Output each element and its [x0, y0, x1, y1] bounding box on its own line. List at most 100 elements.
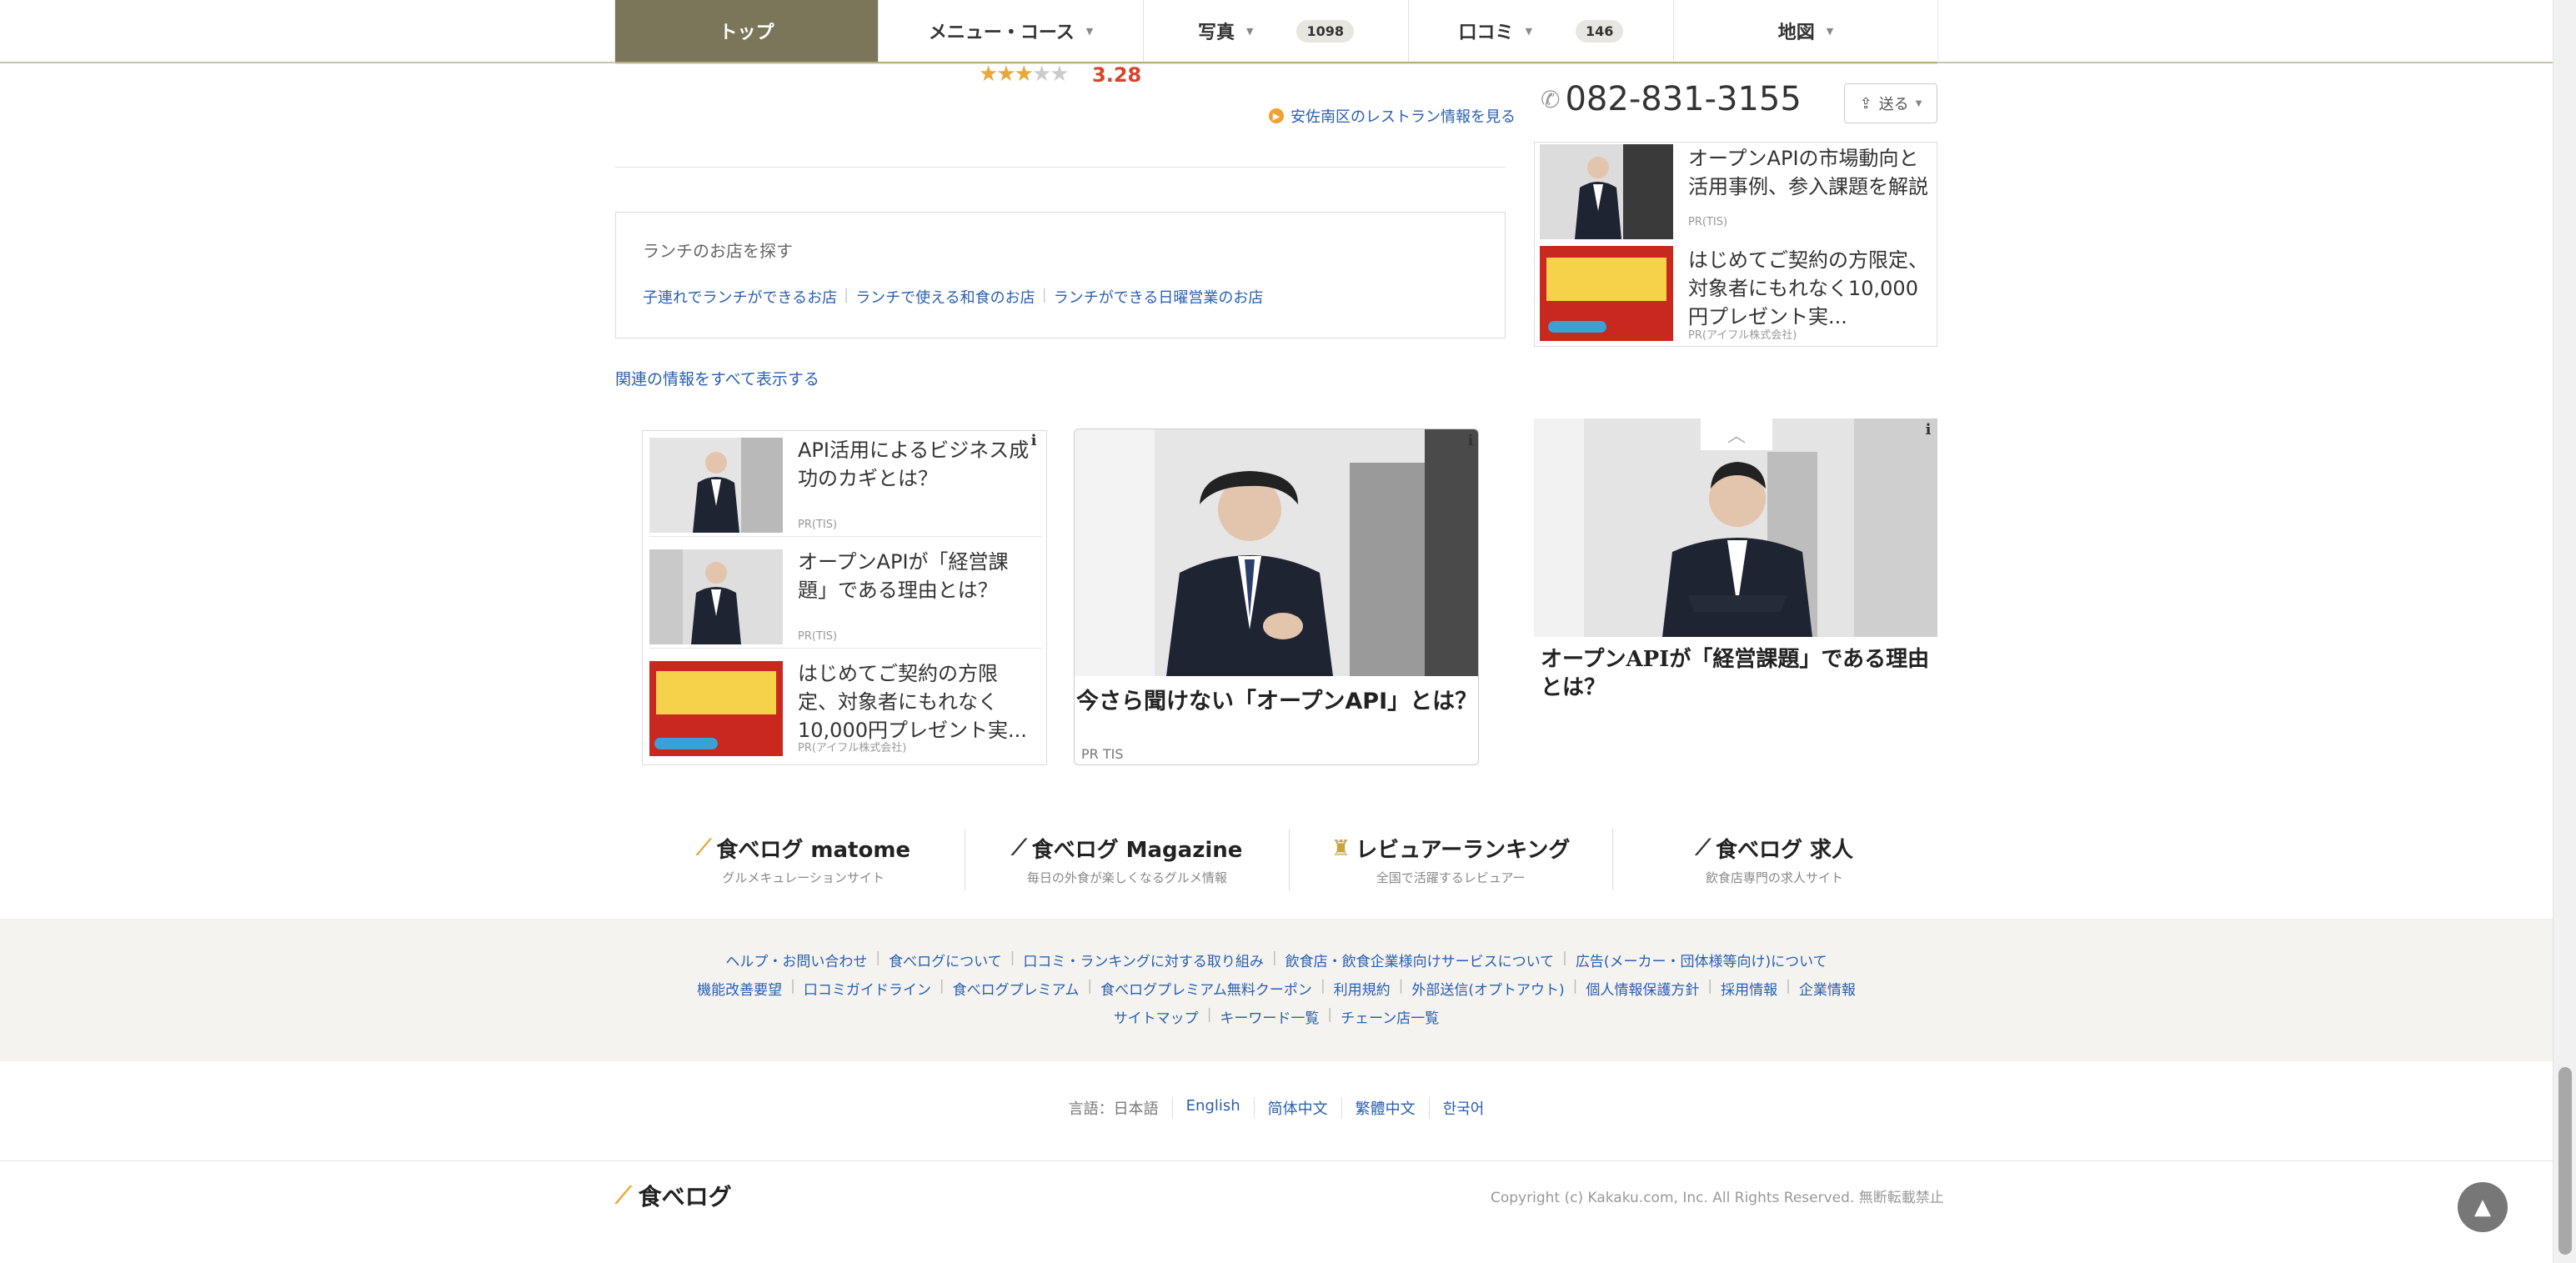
language-english[interactable]: English: [1173, 1097, 1255, 1119]
arrow-right-circle-icon: ▶: [1269, 108, 1284, 123]
service-matome[interactable]: ⟋ 食べログ matome グルメキュレーションサイト: [642, 829, 966, 890]
language-traditional-chinese[interactable]: 繁體中文: [1342, 1097, 1430, 1119]
phone-number[interactable]: ✆ 082-831-3155: [1541, 80, 1802, 118]
ad-item[interactable]: はじめてご契約の方限定、対象者にもれなく10,000円プレゼント実... PR(…: [649, 654, 1041, 759]
footer-link[interactable]: 飲食店・飲食企業様向けサービスについて: [1285, 950, 1555, 970]
area-link-label: 安佐南区のレストラン情報を見る: [1291, 108, 1516, 126]
info-icon[interactable]: i: [1463, 431, 1478, 449]
service-banners: ⟋ 食べログ matome グルメキュレーションサイト ⟋ 食べログ Magaz…: [642, 829, 1936, 890]
send-label: 送る: [1878, 96, 1909, 113]
star-icon: ★★★: [979, 62, 1034, 87]
service-subtitle: 毎日の外食が楽しくなるグルメ情報: [1026, 870, 1227, 885]
footer-links-row: ヘルプ・お問い合わせ | 食べログについて | 口コミ・ランキングに対する取り組み |…: [725, 950, 1827, 970]
footer-link[interactable]: 口コミ・ランキングに対する取り組み: [1023, 950, 1264, 970]
ad-big-title: オープンAPIが「経営課題」である理由とは？: [1541, 647, 1930, 700]
language-selector: 言語：日本語 English 简体中文 繁體中文 한국어: [0, 1097, 2553, 1119]
footer-link[interactable]: 食べログプレミアム: [953, 978, 1080, 999]
share-icon: ⇪: [1859, 94, 1872, 113]
tab-menu-course[interactable]: メニュー・コース ▼: [879, 0, 1144, 62]
footer-link[interactable]: 採用情報: [1721, 978, 1777, 999]
ad-card-pr: PR TIS: [1081, 746, 1124, 762]
ad-item[interactable]: オープンAPIが「経営課題」である理由とは？ PR(TIS): [649, 543, 1041, 649]
lunch-link[interactable]: ランチができる日曜営業のお店: [1054, 286, 1264, 308]
service-magazine[interactable]: ⟋ 食べログ Magazine 毎日の外食が楽しくなるグルメ情報: [965, 829, 1290, 890]
ad-item-text: はじめてご契約の方限定、対象者にもれなく10,000円プレゼント実...: [798, 662, 1027, 742]
tab-photos[interactable]: 写真 ▼ 1098: [1144, 0, 1409, 62]
phone-icon: ✆: [1541, 85, 1561, 113]
tab-reviews[interactable]: 口コミ ▼ 146: [1409, 0, 1674, 62]
ad-item-pr: PR(アイフル株式会社): [798, 742, 907, 754]
photo-count-badge: 1098: [1296, 19, 1354, 43]
service-logo: ⟋ 食べログ 求人: [1696, 833, 1853, 864]
footer-link[interactable]: 機能改善要望: [697, 978, 782, 999]
language-simplified-chinese[interactable]: 简体中文: [1255, 1097, 1342, 1119]
footer-links-row: サイトマップ | キーワード一覧 | チェーン店一覧: [1113, 1006, 1440, 1027]
footer-link[interactable]: 口コミガイドライン: [804, 978, 931, 999]
service-logo-text: 食べログ matome: [716, 838, 911, 863]
lunch-link[interactable]: 子連れでランチができるお店: [643, 286, 837, 308]
side-ad-item[interactable]: オープンAPIの市場動向と活用事例、参入課題を解説 PR(TIS): [1540, 144, 1933, 244]
scrollbar-thumb[interactable]: [2558, 1067, 2572, 1255]
businessman-photo: [1534, 418, 1937, 637]
tab-menu-label: メニュー・コース: [928, 23, 1075, 43]
send-button[interactable]: ⇪ 送る ▼: [1844, 83, 1937, 123]
footer-link[interactable]: 食べログについて: [889, 950, 1002, 970]
side-ad-pr: PR(アイフル株式会社): [1688, 329, 1797, 342]
chevron-down-icon: ▼: [1826, 25, 1834, 37]
service-reviewer-ranking[interactable]: ♜ レビュアーランキング 全国で活躍するレビュアー: [1290, 829, 1613, 890]
tab-top-label: トップ: [719, 23, 774, 43]
service-jobs[interactable]: ⟋ 食べログ 求人 飲食店専門の求人サイト: [1613, 829, 1936, 890]
lunch-link[interactable]: ランチで使える和食のお店: [855, 286, 1035, 308]
ad-item[interactable]: API活用によるビジネス成功のカギとは？ PR(TIS): [649, 431, 1041, 537]
section-divider: [615, 167, 1506, 168]
service-logo: ⟋ 食べログ Magazine: [1011, 833, 1242, 864]
footer-links-row: 機能改善要望 | 口コミガイドライン | 食べログプレミアム | 食べログプレミアム無…: [697, 978, 1856, 999]
footer-link[interactable]: 利用規約: [1334, 978, 1391, 999]
medal-icon: ♜: [1331, 835, 1351, 861]
chevron-down-icon: ▼: [1525, 25, 1533, 37]
side-ad-pr: PR(TIS): [1688, 216, 1728, 228]
rating-stars: ★★★★★: [979, 62, 1070, 87]
footer-link[interactable]: 個人情報保護方針: [1586, 978, 1699, 999]
review-count-badge: 146: [1576, 19, 1624, 43]
collapse-ad-button[interactable]: ︿: [1701, 418, 1772, 450]
language-current: 言語：日本語: [1055, 1097, 1173, 1119]
chevron-down-icon: ▼: [1915, 98, 1922, 108]
area-restaurants-link[interactable]: ▶ 安佐南区のレストラン情報を見る: [1269, 105, 1516, 127]
footer-link[interactable]: サイトマップ: [1114, 1006, 1199, 1027]
back-to-top-button[interactable]: ▲: [2458, 1182, 2508, 1232]
businessman-thumbnail: [1540, 144, 1673, 239]
footer-link[interactable]: 企業情報: [1799, 978, 1856, 999]
footer-link[interactable]: キーワード一覧: [1220, 1006, 1319, 1027]
show-all-related-link[interactable]: 関連の情報をすべて表示する: [615, 367, 819, 389]
ad-card-title: 今さら聞けない「オープンAPI」とは？: [1076, 689, 1478, 714]
ad-item-text: オープンAPIが「経営課題」である理由とは？: [798, 550, 1009, 602]
lunch-links: 子連れでランチができるお店 | ランチで使える和食のお店 | ランチができる日曜…: [643, 286, 1263, 308]
tab-map[interactable]: 地図 ▼: [1674, 0, 1937, 62]
language-korean[interactable]: 한국어: [1430, 1097, 1498, 1119]
tab-reviews-label: 口コミ: [1458, 23, 1514, 43]
side-ad-item[interactable]: はじめてご契約の方限定、対象者にもれなく10,000円プレゼント実... PR(…: [1540, 246, 1933, 346]
side-ad-list: オープンAPIの市場動向と活用事例、参入課題を解説 PR(TIS) はじめてご契…: [1534, 142, 1937, 347]
separator: |: [844, 286, 849, 303]
service-logo-text: レビュアーランキング: [1356, 838, 1571, 863]
rating-value: 3.28: [1092, 63, 1142, 87]
footer-link[interactable]: チェーン店一覧: [1341, 1006, 1439, 1027]
tabelog-logo[interactable]: ⟋ 食べログ: [615, 1179, 732, 1212]
footer-link[interactable]: ヘルプ・お問い合わせ: [725, 950, 867, 970]
footer-link[interactable]: 広告(メーカー・団体様等向け)について: [1576, 950, 1827, 970]
tab-top[interactable]: トップ: [615, 0, 879, 62]
tab-photos-label: 写真: [1197, 23, 1235, 43]
ad-card[interactable]: i 今さら聞けない「オープンAPI」とは？ PR TIS: [1074, 429, 1479, 765]
footer-link[interactable]: 食べログプレミアム無料クーポン: [1100, 978, 1312, 999]
chopsticks-icon: ⟋: [1695, 835, 1711, 860]
service-subtitle: グルメキュレーションサイト: [722, 870, 885, 885]
ad-big[interactable]: i オープンAPIが「経営課題」である理由とは？: [1534, 418, 1937, 714]
chopsticks-icon: ⟋: [696, 835, 712, 860]
service-logo-text: 食べログ 求人: [1715, 838, 1853, 863]
ad-item-pr: PR(TIS): [798, 519, 838, 531]
businessman-thumbnail: [649, 549, 783, 644]
scrollbar[interactable]: [2553, 0, 2576, 1263]
footer-link[interactable]: 外部送信(オプトアウト): [1411, 978, 1564, 999]
info-icon[interactable]: i: [1921, 420, 1936, 439]
